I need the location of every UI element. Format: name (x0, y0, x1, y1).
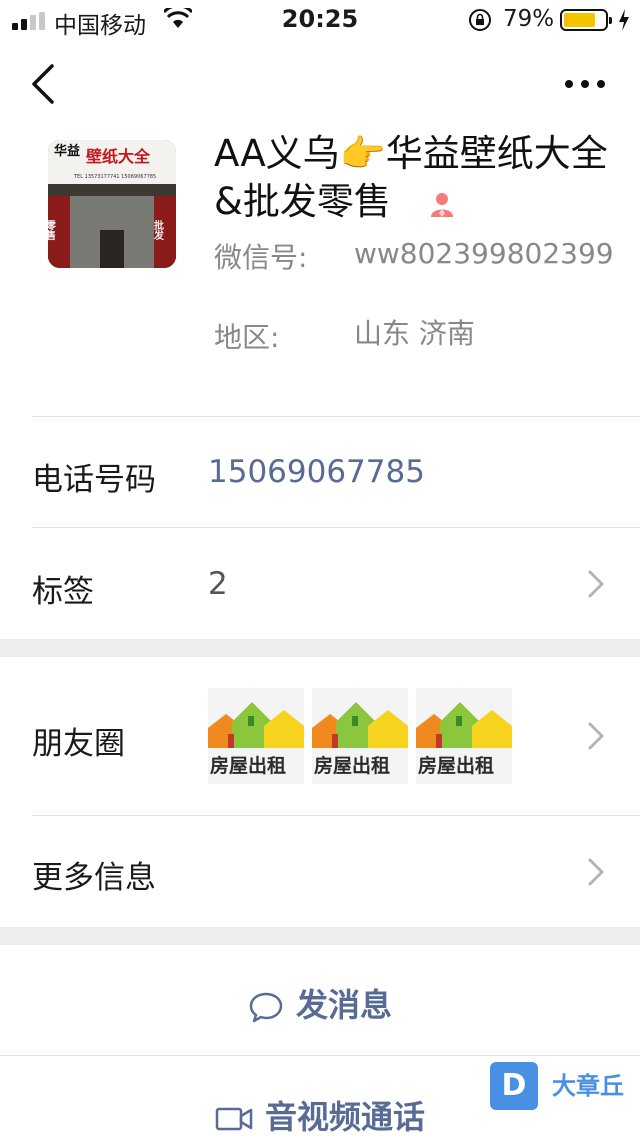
video-call-label: 音视频通话 (264, 1098, 425, 1136)
section-gap (0, 639, 640, 657)
profile-name: AA义乌👉华益壁纸大全 &批发零售 (214, 132, 608, 223)
profile-name-block: AA义乌👉华益壁纸大全 &批发零售 (214, 130, 614, 226)
watermark-text: 大章丘 (552, 1072, 624, 1100)
chevron-left-icon[interactable] (28, 62, 58, 106)
chat-bubble-icon (249, 992, 283, 1023)
battery-percent: 79% (503, 6, 555, 32)
more-info-label: 更多信息 (32, 860, 156, 896)
chevron-right-icon (588, 570, 604, 598)
orientation-lock-icon (469, 9, 491, 31)
house-icon: 房屋出租 (312, 702, 408, 777)
watermark: D 大章丘 (490, 1062, 640, 1112)
moment-caption: 房屋出租 (210, 754, 286, 777)
divider (32, 416, 640, 417)
charging-icon (619, 9, 629, 31)
avatar[interactable]: 华益 壁纸大全 TEL 13573177741 15069067785 零售 批… (48, 140, 176, 268)
avatar-image: 华益 壁纸大全 TEL 13573177741 15069067785 零售 批… (48, 140, 176, 268)
moment-caption: 房屋出租 (314, 754, 390, 777)
video-camera-icon (215, 1107, 253, 1131)
wechat-id-value: ww802399802399 (354, 237, 614, 270)
region-value: 山东 济南 (354, 317, 475, 350)
tags-value: 2 (208, 566, 228, 602)
divider (32, 815, 640, 816)
moment-thumbnail[interactable]: 房屋出租 (416, 688, 512, 784)
divider (0, 1055, 640, 1056)
avatar-side-text: 华益 (54, 143, 80, 159)
moment-thumbnail[interactable]: 房屋出租 (208, 688, 304, 784)
phone-label: 电话号码 (32, 462, 156, 498)
section-gap (0, 927, 640, 945)
send-message-button[interactable]: 发消息 (0, 980, 640, 1026)
chevron-right-icon (588, 722, 604, 750)
house-icon: 房屋出租 (416, 702, 512, 777)
watermark-logo: D (490, 1062, 538, 1110)
phone-number-link[interactable]: 15069067785 (208, 454, 425, 490)
female-icon (430, 192, 453, 217)
house-icon: 房屋出租 (208, 702, 304, 777)
battery-icon (560, 9, 612, 31)
chevron-right-icon (588, 858, 604, 886)
more-dots-icon[interactable] (560, 72, 610, 96)
send-message-label: 发消息 (295, 986, 392, 1024)
divider (32, 527, 640, 528)
status-bar: 中国移动 20:25 79% (0, 0, 640, 40)
avatar-phone-line: TEL 13573177741 15069067785 (73, 174, 156, 180)
tags-label: 标签 (32, 574, 94, 610)
moments-label: 朋友圈 (32, 726, 125, 762)
avatar-sign-text: 壁纸大全 (86, 147, 151, 166)
region-label: 地区: (214, 321, 280, 354)
moment-caption: 房屋出租 (418, 754, 494, 777)
moment-thumbnail[interactable]: 房屋出租 (312, 688, 408, 784)
wechat-id-label: 微信号: (214, 241, 308, 274)
